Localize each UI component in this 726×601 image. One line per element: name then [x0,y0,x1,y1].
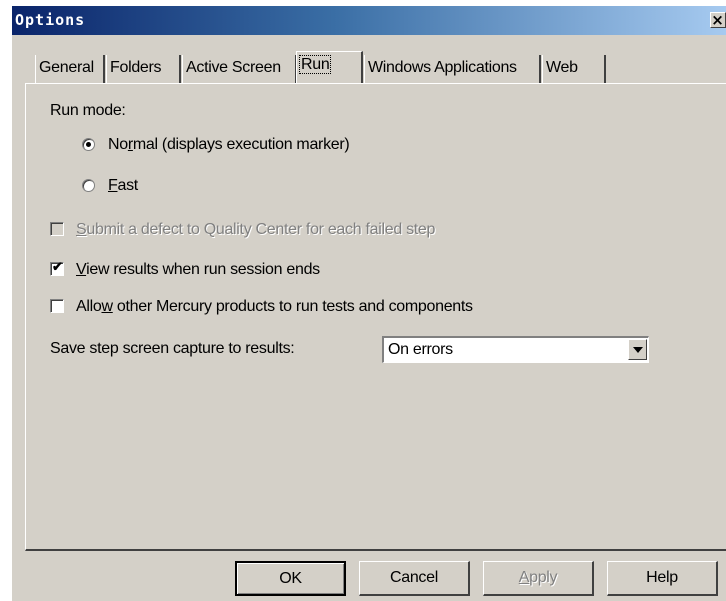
save-capture-select[interactable]: On errors [382,336,649,363]
run-mode-fast-label[interactable]: Fast [108,177,138,195]
allow-mercury-label[interactable]: Allow other Mercury products to run test… [76,298,473,316]
tab-windows-applications[interactable]: Windows Applications [364,55,541,83]
checkmark-icon: ✔ [52,259,63,274]
view-results-label[interactable]: View results when run session ends [76,261,320,279]
tab-general[interactable]: General [35,55,105,83]
tab-run[interactable]: Run [296,51,363,83]
ok-button[interactable]: OK [235,561,346,596]
tab-run-label: Run [298,55,332,74]
tab-strip: General Folders Active Screen Run Window… [35,51,715,83]
tab-web[interactable]: Web [542,55,606,83]
options-dialog: Options × General Folders Active Screen … [12,6,726,601]
tab-web-label: Web [546,59,578,76]
close-button[interactable]: × [710,12,726,28]
title-bar[interactable]: Options × [12,6,726,35]
allow-mercury-checkbox[interactable] [50,299,64,313]
run-mode-normal-label[interactable]: Normal (displays execution marker) [108,136,350,154]
help-button[interactable]: Help [607,561,718,596]
save-capture-value: On errors [388,341,453,358]
tab-windows-applications-label: Windows Applications [368,59,517,76]
window-title: Options [15,11,86,29]
close-icon: × [711,11,725,29]
chevron-down-icon [633,347,643,353]
tab-folders-label: Folders [110,59,162,76]
cancel-button[interactable]: Cancel [359,561,470,596]
submit-defect-checkbox[interactable] [50,222,64,236]
tab-active-screen-label: Active Screen [186,59,281,76]
tab-general-label: General [39,59,94,76]
radio-dot-icon [86,142,91,147]
run-mode-fast-radio[interactable] [82,179,95,192]
run-mode-normal-radio[interactable] [82,138,95,151]
view-results-checkbox[interactable]: ✔ [50,259,64,276]
save-capture-label: Save step screen capture to results: [50,340,295,357]
tab-active-screen[interactable]: Active Screen [182,55,297,83]
save-capture-dropdown-button[interactable] [628,339,647,360]
run-mode-label: Run mode: [50,102,126,119]
tab-folders[interactable]: Folders [106,55,181,83]
submit-defect-label: Submit a defect to Quality Center for ea… [76,221,436,238]
apply-button[interactable]: Apply [483,561,594,596]
